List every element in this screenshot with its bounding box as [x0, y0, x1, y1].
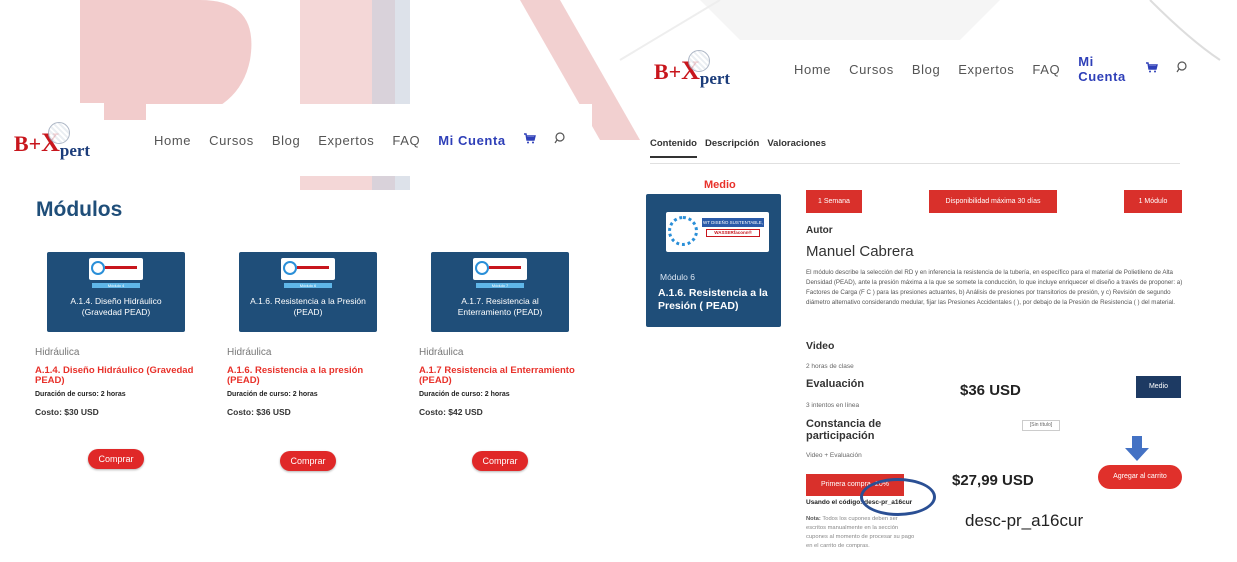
module-title-link[interactable]: A.1.7 Resistencia al Enterramiento (PEAD…: [419, 366, 584, 386]
buy-button[interactable]: Comprar: [280, 451, 336, 471]
module-duration: Duración de curso: 2 horas: [35, 391, 126, 398]
module-number-badge: Módulo 7: [476, 283, 524, 288]
note-text: Todos los cupones deben ser escritos man…: [806, 516, 915, 549]
coupon-highlight-circle: [860, 478, 936, 516]
module-cost: Costo: $42 USD: [419, 407, 483, 417]
search-icon[interactable]: [554, 131, 566, 149]
badge-company: WT DISEÑO SUSTENTABLE, S.C.: [702, 218, 764, 234]
logo-b: B: [653, 59, 669, 84]
video-label: Video: [806, 340, 835, 352]
module-number-badge: Módulo 6: [284, 283, 332, 288]
module-card-title: A.1.7. Resistencia al Enterramiento (PEA…: [457, 296, 543, 317]
coupon-code-callout: desc-pr_a16cur: [965, 511, 1084, 530]
logo-pert: pert: [59, 141, 91, 160]
product-image: WT DISEÑO SUSTENTABLE, S.C. WASSERfaconn…: [646, 194, 781, 327]
video-note: 2 horas de clase: [806, 363, 854, 370]
nav-faq[interactable]: FAQ: [392, 133, 420, 148]
product-price: $36 USD: [960, 382, 1021, 399]
module-card-title: A.1.6. Resistencia a la Presión (PEAD): [250, 296, 366, 317]
module-cost: Costo: $30 USD: [35, 407, 99, 417]
logo-globe-icon: [687, 50, 710, 72]
logo-globe-icon: [47, 122, 70, 144]
logo-pert: pert: [699, 69, 731, 88]
module-title-link[interactable]: A.1.4. Diseño Hidráulico (Gravedad PEAD): [35, 366, 200, 386]
product-module-number: Módulo 6: [660, 272, 695, 282]
nav-mi-cuenta[interactable]: Mi Cuenta: [1078, 54, 1128, 84]
brand-logo[interactable]: B+Xpert: [653, 50, 731, 88]
logo-plus: +: [28, 131, 42, 156]
module-category: Hidráulica: [419, 347, 464, 358]
availability-chip: Disponibilidad máxima 30 días: [929, 190, 1057, 213]
nav-home[interactable]: Home: [794, 62, 831, 77]
right-navbar: Home Cursos Blog Expertos FAQ Mi Cuenta: [786, 52, 1206, 86]
nav-blog[interactable]: Blog: [272, 133, 300, 148]
author-name: Manuel Cabrera: [806, 243, 914, 260]
product-description: El módulo describe la selección del RD y…: [806, 269, 1183, 306]
module-category: Hidráulica: [35, 347, 80, 358]
logo-plus: +: [668, 59, 682, 84]
module-card-title: A.1.4. Diseño Hidráulico (Gravedad PEAD): [70, 296, 162, 317]
arrow-down-icon: [1125, 436, 1149, 461]
module-category: Hidráulica: [227, 347, 272, 358]
buy-button[interactable]: Comprar: [88, 449, 144, 469]
certificate-note: Video + Evaluación: [806, 452, 862, 459]
nav-expertos[interactable]: Expertos: [318, 133, 374, 148]
modules-chip: 1 Módulo: [1124, 190, 1182, 213]
module-card-image[interactable]: Módulo 6 A.1.6. Resistencia a la Presión…: [239, 252, 377, 332]
nav-cursos[interactable]: Cursos: [209, 133, 254, 148]
search-icon[interactable]: [1176, 60, 1188, 78]
module-cost: Costo: $36 USD: [227, 407, 291, 417]
modules-title: Módulos: [36, 198, 123, 221]
logo-b: B: [13, 131, 29, 156]
nav-home[interactable]: Home: [154, 133, 191, 148]
duration-chip: 1 Semana: [806, 190, 862, 213]
module-title-link[interactable]: A.1.6. Resistencia a la presión (PEAD): [227, 366, 392, 386]
product-tabs: Contenido Descripción Valoraciones: [650, 136, 1180, 164]
nav-mi-cuenta[interactable]: Mi Cuenta: [438, 133, 506, 148]
nav-blog[interactable]: Blog: [912, 62, 940, 77]
globe-icon: [668, 216, 698, 246]
module-card-image[interactable]: Módulo 7 A.1.7. Resistencia al Enterrami…: [431, 252, 569, 332]
certificate-label: Constancia de participación: [806, 418, 882, 442]
untitled-placeholder: [Sin título]: [1022, 420, 1060, 431]
left-logo-box: B+Xpert: [0, 103, 104, 183]
evaluation-label: Evaluación: [806, 378, 865, 390]
tab-valoraciones[interactable]: Valoraciones: [767, 136, 826, 163]
buy-button[interactable]: Comprar: [472, 451, 528, 471]
cart-icon[interactable]: [523, 131, 536, 149]
evaluation-note: 3 intentos en línea: [806, 402, 860, 409]
discount-price: $27,99 USD: [952, 472, 1034, 489]
module-duration: Duración de curso: 2 horas: [419, 391, 510, 398]
add-to-cart-button[interactable]: Agregar al carrito: [1098, 465, 1182, 489]
module-logo-badge: [281, 258, 335, 280]
note-label: Nota:: [806, 516, 821, 522]
module-logo-badge: [89, 258, 143, 280]
nav-expertos[interactable]: Expertos: [958, 62, 1014, 77]
module-duration: Duración de curso: 2 horas: [227, 391, 318, 398]
module-logo-badge: [473, 258, 527, 280]
brand-logo[interactable]: B+Xpert: [13, 122, 91, 160]
coupon-note: Nota: Todos los cupones deben ser escrit…: [806, 515, 918, 551]
right-logo-box: B+Xpert: [640, 40, 744, 102]
module-number-badge: Módulo 4: [92, 283, 140, 288]
product-image-title: A.1.6. Resistencia a la Presión ( PEAD): [658, 287, 768, 312]
badge-brand: WASSERfaconn®: [706, 229, 760, 237]
author-label: Autor: [806, 225, 833, 236]
cart-icon[interactable]: [1146, 60, 1158, 78]
module-card-image[interactable]: Módulo 4 A.1.4. Diseño Hidráulico (Grave…: [47, 252, 185, 332]
product-logo-badge: WT DISEÑO SUSTENTABLE, S.C. WASSERfaconn…: [666, 212, 769, 252]
level-label: Medio: [704, 179, 736, 191]
nav-cursos[interactable]: Cursos: [849, 62, 894, 77]
left-navbar: Home Cursos Blog Expertos FAQ Mi Cuenta: [146, 104, 592, 176]
tab-contenido[interactable]: Contenido: [650, 136, 697, 158]
nav-faq[interactable]: FAQ: [1032, 62, 1060, 77]
tab-descripcion[interactable]: Descripción: [705, 136, 759, 163]
level-button[interactable]: Medio: [1136, 376, 1181, 398]
